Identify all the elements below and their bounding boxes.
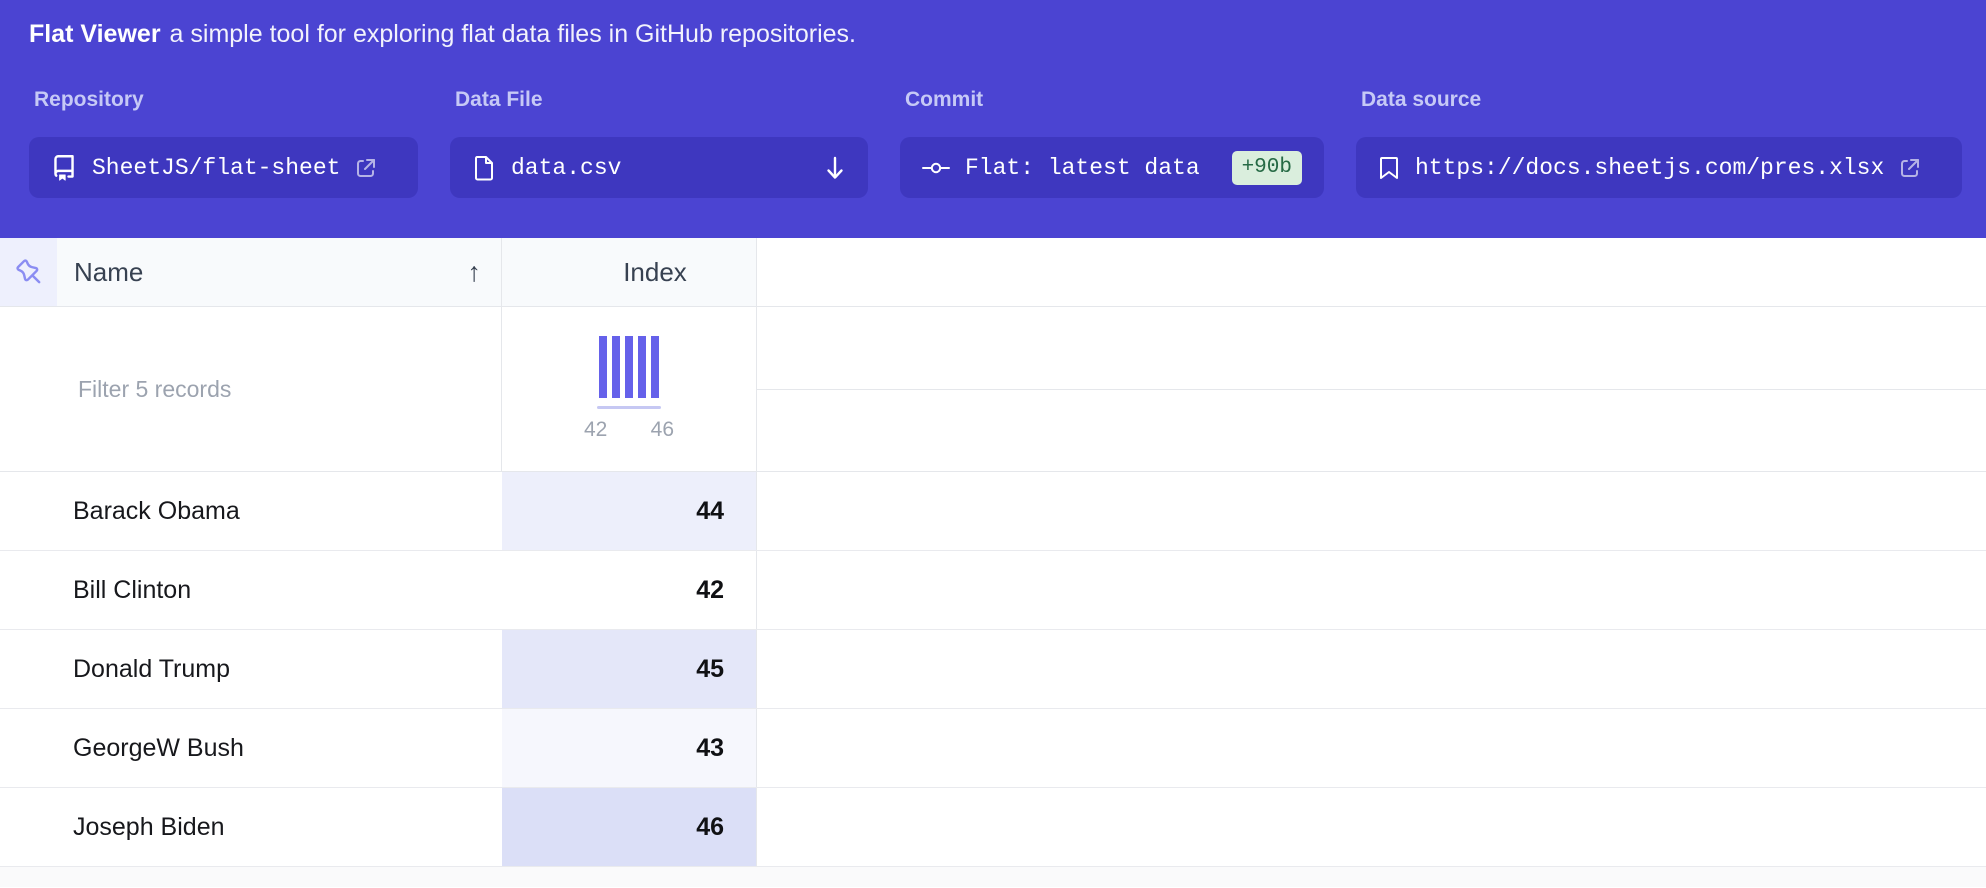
- repository-button[interactable]: SheetJS/flat-sheet: [29, 137, 418, 198]
- row-spacer: [757, 472, 1986, 550]
- app-subtitle: a simple tool for exploring flat data fi…: [170, 20, 856, 48]
- table-row: Barack Obama44: [0, 472, 1986, 551]
- name-cell: Donald Trump: [0, 630, 502, 708]
- index-histogram: 42 46: [584, 336, 674, 442]
- pin-icon: [16, 259, 42, 285]
- row-spacer: [757, 788, 1986, 866]
- filter-spacer-cell: [757, 307, 1986, 390]
- flat-viewer-app: Flat Viewer a simple tool for exploring f…: [0, 0, 1986, 888]
- index-histogram-filter[interactable]: 42 46: [502, 307, 757, 471]
- column-header-name[interactable]: Name ↑: [57, 238, 502, 306]
- pin-column-button[interactable]: [0, 238, 57, 306]
- table-body: Barack Obama44Bill Clinton42Donald Trump…: [0, 472, 1986, 867]
- table-header-row: Name ↑ Index: [0, 238, 1986, 307]
- data-file-control: Data File data.csv: [450, 88, 868, 198]
- repo-icon: [51, 155, 77, 181]
- data-file-button[interactable]: data.csv: [450, 137, 868, 198]
- table-row: Joseph Biden46: [0, 788, 1986, 867]
- histogram-bars: [599, 336, 659, 398]
- bottom-strip: [0, 867, 1986, 887]
- repository-control: Repository SheetJS/flat-sheet: [29, 88, 418, 198]
- commit-icon: [922, 155, 950, 181]
- data-source-control: Data source https://docs.sheetjs.com/pre…: [1356, 88, 1962, 198]
- histogram-bar: [599, 336, 607, 398]
- histogram-max-label: 46: [651, 418, 674, 442]
- name-cell: Barack Obama: [0, 472, 502, 550]
- histogram-min-label: 42: [584, 418, 607, 442]
- name-filter-cell: [0, 307, 502, 471]
- row-spacer: [757, 709, 1986, 787]
- histogram-range-track: [597, 406, 661, 409]
- row-spacer: [757, 630, 1986, 708]
- sort-ascending-icon: ↑: [468, 257, 482, 288]
- download-arrow-icon: [824, 155, 846, 181]
- bookmark-icon: [1378, 155, 1400, 181]
- filter-row: 42 46: [0, 307, 1986, 472]
- commit-size-badge: +90b: [1232, 151, 1302, 185]
- column-name-label: Name: [74, 257, 143, 288]
- histogram-bar: [625, 336, 633, 398]
- repository-value: SheetJS/flat-sheet: [92, 155, 340, 181]
- commit-message: Flat: latest data: [965, 155, 1200, 181]
- filter-input[interactable]: [0, 376, 501, 403]
- external-link-icon: [354, 156, 378, 180]
- name-cell: Joseph Biden: [0, 788, 502, 866]
- commit-label: Commit: [905, 88, 1324, 112]
- table-row: GeorgeW Bush43: [0, 709, 1986, 788]
- index-cell: 44: [502, 472, 757, 550]
- file-icon: [472, 155, 496, 181]
- controls-row: Repository SheetJS/flat-sheet Data File: [29, 88, 1962, 198]
- external-link-icon: [1898, 156, 1922, 180]
- histogram-labels: 42 46: [584, 418, 674, 442]
- index-cell: 42: [502, 551, 757, 629]
- row-spacer: [757, 551, 1986, 629]
- header-spacer: [757, 238, 1986, 306]
- index-cell: 45: [502, 630, 757, 708]
- commit-control: Commit Flat: latest data +90b: [900, 88, 1324, 198]
- table-row: Bill Clinton42: [0, 551, 1986, 630]
- data-source-label: Data source: [1361, 88, 1962, 112]
- column-index-label: Index: [623, 257, 687, 288]
- histogram-bar: [638, 336, 646, 398]
- data-source-url: https://docs.sheetjs.com/pres.xlsx: [1415, 155, 1884, 181]
- title-row: Flat Viewer a simple tool for exploring f…: [29, 17, 1962, 51]
- table-row: Donald Trump45: [0, 630, 1986, 709]
- commit-button[interactable]: Flat: latest data +90b: [900, 137, 1324, 198]
- data-file-label: Data File: [455, 88, 868, 112]
- name-cell: Bill Clinton: [0, 551, 502, 629]
- index-cell: 46: [502, 788, 757, 866]
- index-cell: 43: [502, 709, 757, 787]
- column-header-index[interactable]: Index: [502, 238, 757, 306]
- repository-label: Repository: [34, 88, 418, 112]
- data-table: Name ↑ Index 42 46: [0, 238, 1986, 888]
- histogram-bar: [651, 336, 659, 398]
- data-file-value: data.csv: [511, 155, 621, 181]
- app-title: Flat Viewer: [29, 20, 161, 48]
- histogram-bar: [612, 336, 620, 398]
- filter-spacer: [757, 307, 1986, 471]
- data-source-button[interactable]: https://docs.sheetjs.com/pres.xlsx: [1356, 137, 1962, 198]
- app-header: Flat Viewer a simple tool for exploring f…: [0, 0, 1986, 238]
- name-cell: GeorgeW Bush: [0, 709, 502, 787]
